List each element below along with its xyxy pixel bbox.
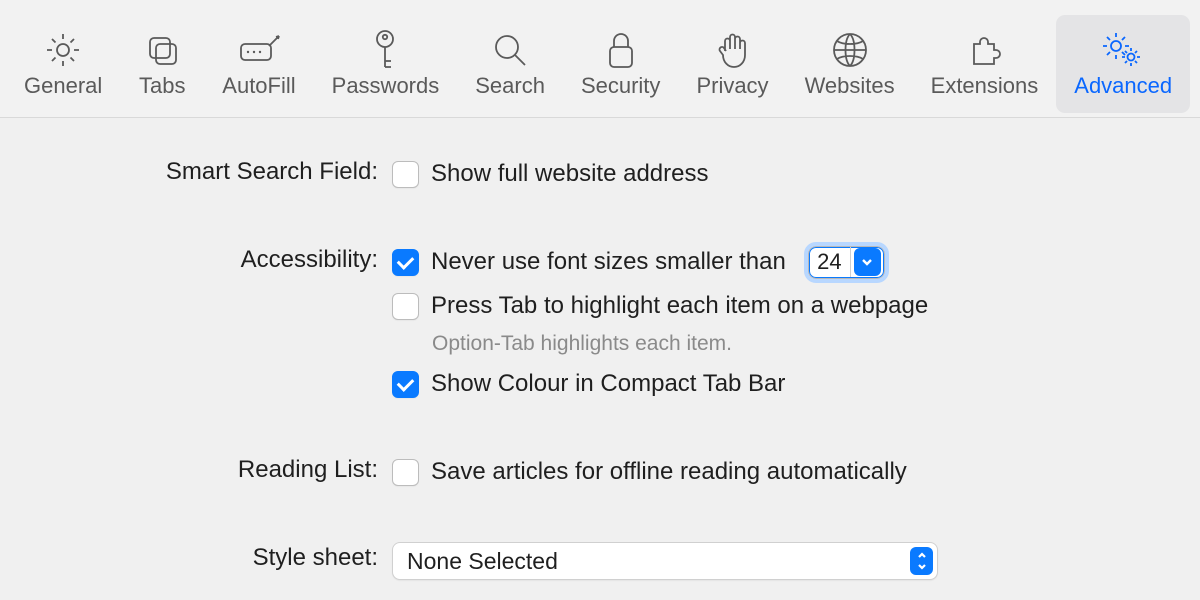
option-label: Show Colour in Compact Tab Bar: [431, 370, 785, 398]
tab-websites[interactable]: Websites: [787, 15, 913, 113]
preferences-toolbar: General Tabs AutoFill Passwords Search S…: [0, 0, 1200, 118]
tab-privacy[interactable]: Privacy: [678, 15, 786, 113]
updown-arrows-icon: [910, 547, 933, 575]
checkbox-press-tab[interactable]: [392, 293, 419, 320]
key-icon: [370, 27, 400, 73]
tab-label: Security: [581, 73, 660, 99]
checkbox-offline-reading[interactable]: [392, 459, 419, 486]
lock-icon: [604, 27, 638, 73]
tab-autofill[interactable]: AutoFill: [204, 15, 313, 113]
advanced-settings-panel: Smart Search Field: Show full website ad…: [0, 118, 1200, 588]
chevron-down-icon[interactable]: [854, 248, 881, 276]
windows-icon: [142, 27, 182, 73]
autofill-icon: [235, 27, 283, 73]
tab-advanced[interactable]: Advanced: [1056, 15, 1190, 113]
section-title: Style sheet:: [0, 542, 392, 572]
dropdown-value: None Selected: [407, 548, 558, 575]
section-style-sheet: Style sheet: None Selected: [0, 542, 1200, 588]
min-font-size-combobox[interactable]: 24: [808, 246, 885, 279]
option-label: Never use font sizes smaller than: [431, 248, 786, 276]
tab-security[interactable]: Security: [563, 15, 678, 113]
option-label: Show full website address: [431, 160, 708, 188]
min-font-size-value[interactable]: 24: [809, 247, 851, 277]
tab-tabs[interactable]: Tabs: [120, 15, 204, 113]
tab-label: Privacy: [696, 73, 768, 99]
tab-label: Extensions: [931, 73, 1039, 99]
tab-label: Websites: [805, 73, 895, 99]
search-icon: [490, 27, 530, 73]
tab-label: Search: [475, 73, 545, 99]
tab-extensions[interactable]: Extensions: [913, 15, 1057, 113]
section-title: Accessibility:: [0, 244, 392, 274]
style-sheet-dropdown[interactable]: None Selected: [392, 542, 938, 580]
section-reading-list: Reading List: Save articles for offline …: [0, 454, 1200, 498]
option-label: Press Tab to highlight each item on a we…: [431, 292, 928, 320]
section-title: Smart Search Field:: [0, 156, 392, 186]
tab-label: Advanced: [1074, 73, 1172, 99]
puzzle-icon: [964, 27, 1004, 73]
checkbox-show-full-address[interactable]: [392, 161, 419, 188]
globe-icon: [830, 27, 870, 73]
checkbox-min-font-size[interactable]: [392, 249, 419, 276]
tab-label: Tabs: [139, 73, 185, 99]
gear-icon: [43, 27, 83, 73]
tab-label: Passwords: [332, 73, 440, 99]
checkbox-show-colour-compact[interactable]: [392, 371, 419, 398]
section-title: Reading List:: [0, 454, 392, 484]
tab-label: General: [24, 73, 102, 99]
section-accessibility: Accessibility: Never use font sizes smal…: [0, 244, 1200, 410]
tab-label: AutoFill: [222, 73, 295, 99]
hint-text: Option-Tab highlights each item.: [432, 332, 928, 356]
tab-search[interactable]: Search: [457, 15, 563, 113]
tab-passwords[interactable]: Passwords: [314, 15, 458, 113]
section-smart-search: Smart Search Field: Show full website ad…: [0, 156, 1200, 200]
tab-general[interactable]: General: [6, 15, 120, 113]
option-label: Save articles for offline reading automa…: [431, 458, 907, 486]
gears-icon: [1098, 27, 1148, 73]
hand-icon: [715, 27, 751, 73]
